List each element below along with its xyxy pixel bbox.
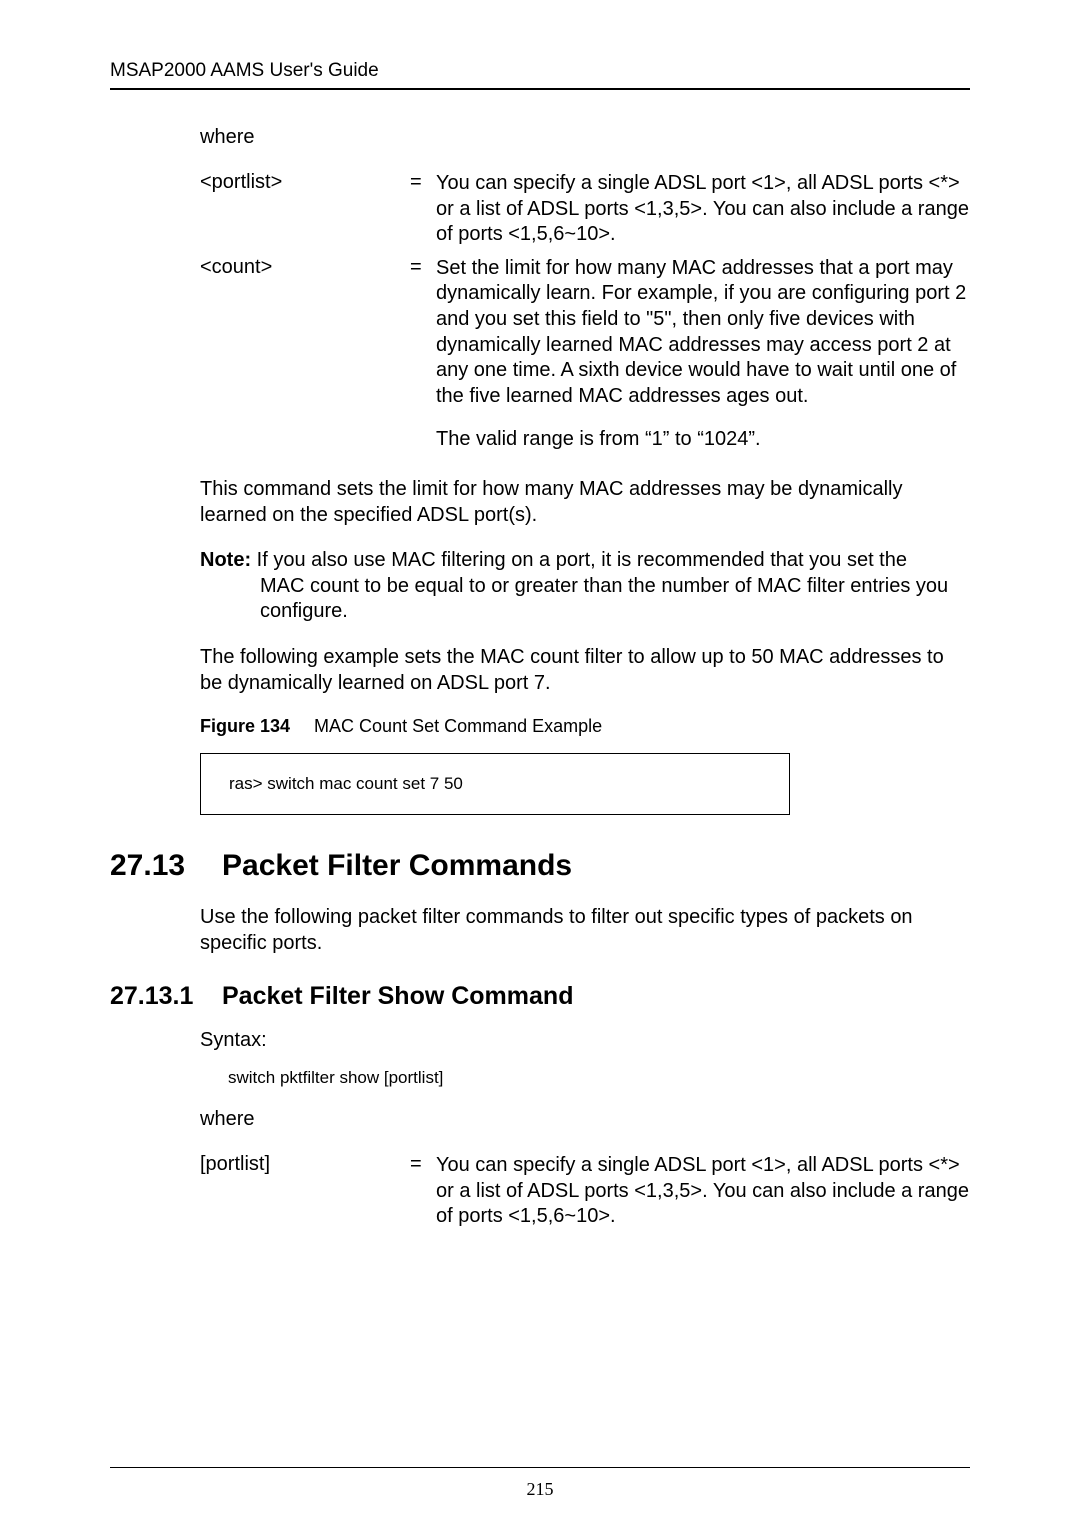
- section-27-13-body: Use the following packet filter commands…: [110, 905, 970, 956]
- def-row: <count> = Set the limit for how many MAC…: [200, 256, 970, 453]
- syntax-label: Syntax:: [200, 1029, 970, 1052]
- heading-27-13-1: 27.13.1 Packet Filter Show Command: [110, 982, 970, 1011]
- def-equals: =: [410, 171, 436, 194]
- header-title: MSAP2000 AAMS User's Guide: [110, 60, 379, 81]
- paragraph-mac-limit: This command sets the limit for how many…: [200, 477, 970, 528]
- def-term-portlist: <portlist>: [200, 171, 410, 194]
- figure-title: MAC Count Set Command Example: [314, 716, 602, 736]
- code-text: ras> switch mac count set 7 50: [229, 774, 463, 793]
- subheading-title: Packet Filter Show Command: [222, 982, 573, 1011]
- definitions-2: [portlist] = You can specify a single AD…: [200, 1153, 970, 1230]
- section-27-13-1-body: Syntax: switch pktfilter show [portlist]…: [110, 1029, 970, 1230]
- def-term-count: <count>: [200, 256, 410, 279]
- page-number: 215: [0, 1479, 1080, 1500]
- heading-title: Packet Filter Commands: [222, 849, 572, 883]
- note-body: MAC count to be equal to or greater than…: [200, 574, 970, 625]
- def-equals: =: [410, 256, 436, 279]
- def-desc-portlist2: You can specify a single ADSL port <1>, …: [436, 1153, 970, 1230]
- subheading-number: 27.13.1: [110, 982, 222, 1011]
- heading-27-13: 27.13 Packet Filter Commands: [110, 849, 970, 883]
- note-first-line: If you also use MAC filtering on a port,…: [251, 549, 907, 571]
- where-label-2: where: [200, 1108, 970, 1131]
- definitions-1: <portlist> = You can specify a single AD…: [200, 171, 970, 453]
- def-desc-count-p2: The valid range is from “1” to “1024”.: [436, 428, 761, 450]
- def-row: [portlist] = You can specify a single AD…: [200, 1153, 970, 1230]
- paragraph-example-intro: The following example sets the MAC count…: [200, 645, 970, 696]
- footer-rule: [110, 1467, 970, 1468]
- where-label-1: where: [200, 126, 970, 149]
- def-desc-portlist: You can specify a single ADSL port <1>, …: [436, 171, 970, 248]
- def-term-portlist2: [portlist]: [200, 1153, 410, 1176]
- note-label: Note:: [200, 549, 251, 571]
- def-desc-count: Set the limit for how many MAC addresses…: [436, 256, 970, 453]
- def-desc-count-p1: Set the limit for how many MAC addresses…: [436, 257, 966, 407]
- content-body: where <portlist> = You can specify a sin…: [110, 126, 970, 815]
- paragraph-packet-filter-intro: Use the following packet filter commands…: [200, 905, 970, 956]
- syntax-code: switch pktfilter show [portlist]: [200, 1068, 970, 1088]
- def-equals: =: [410, 1153, 436, 1176]
- figure-caption: Figure 134 MAC Count Set Command Example: [200, 716, 970, 737]
- document-page: MSAP2000 AAMS User's Guide where <portli…: [0, 0, 1080, 1528]
- document-header: MSAP2000 AAMS User's Guide: [110, 60, 970, 90]
- def-row: <portlist> = You can specify a single AD…: [200, 171, 970, 248]
- code-example-box: ras> switch mac count set 7 50: [200, 753, 790, 815]
- heading-number: 27.13: [110, 849, 222, 883]
- note-block: Note: If you also use MAC filtering on a…: [200, 548, 970, 625]
- figure-label: Figure 134: [200, 716, 290, 736]
